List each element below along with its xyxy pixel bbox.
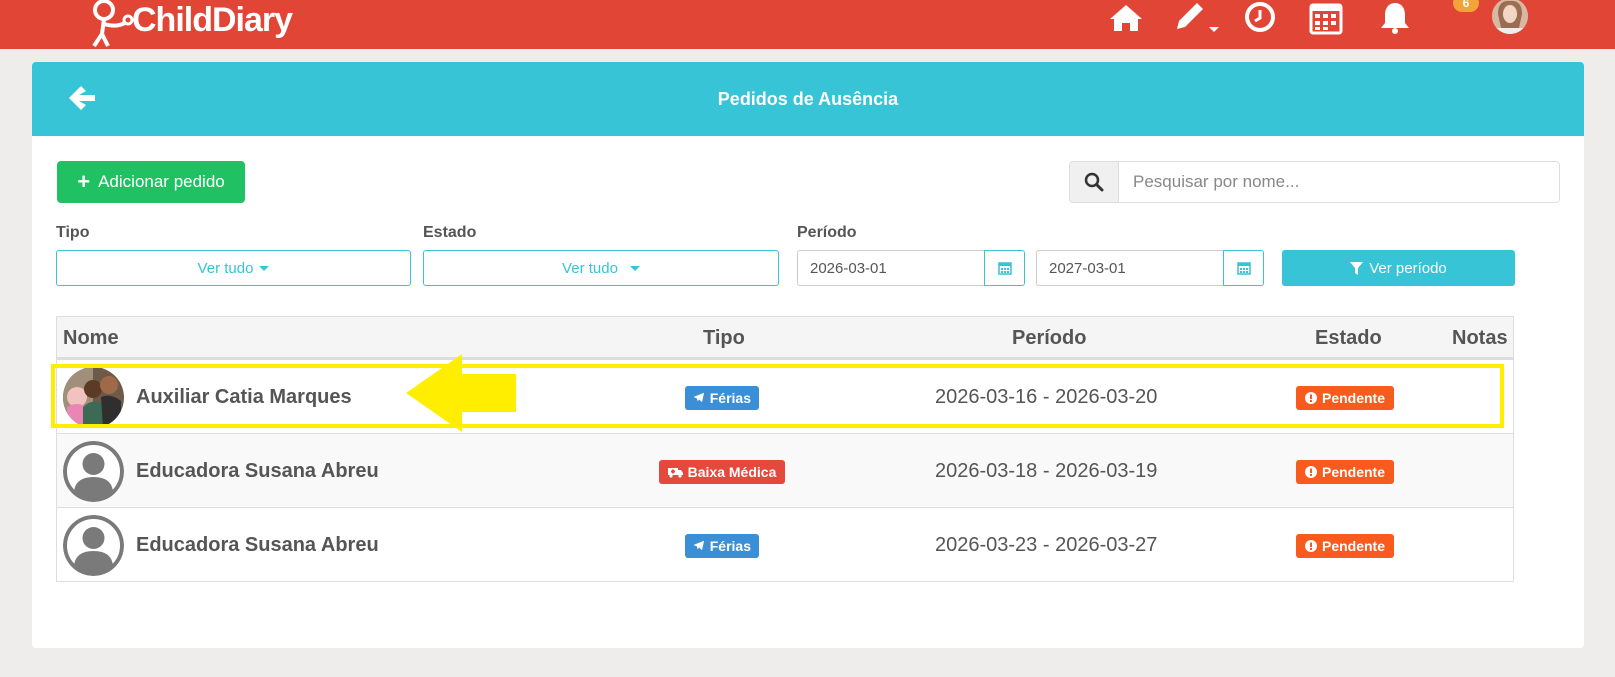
- yellow-arrow-annotation: [406, 354, 516, 432]
- plane-icon: [693, 540, 705, 551]
- search-input[interactable]: [1119, 162, 1559, 202]
- plus-icon: +: [77, 169, 91, 194]
- status-label: Pendente: [1321, 464, 1385, 480]
- table-row[interactable]: Educadora Susana Abreu Baixa Médica 2026…: [57, 433, 1513, 507]
- type-label: Baixa Médica: [687, 464, 777, 480]
- col-header-notas[interactable]: Notas: [1452, 317, 1508, 359]
- estado-filter-value: Ver tudo: [562, 259, 618, 277]
- col-header-estado[interactable]: Estado: [1315, 317, 1382, 359]
- tipo-filter-value: Ver tudo: [197, 259, 254, 277]
- row-highlight-box: [51, 364, 1504, 428]
- search-bar: [1069, 161, 1560, 203]
- notification-badge: 6: [1453, 0, 1479, 12]
- type-label: Férias: [709, 538, 751, 554]
- ambulance-icon: [667, 468, 683, 478]
- caret-down-icon: [259, 265, 270, 271]
- periodo-filter-label: Período: [797, 224, 857, 241]
- row-period: 2026-03-23 - 2026-03-27: [935, 534, 1158, 556]
- start-date-group: [797, 250, 1025, 286]
- end-date-input[interactable]: [1036, 250, 1223, 286]
- end-date-group: [1036, 250, 1264, 286]
- panel-header: Pedidos de Ausência: [32, 62, 1584, 136]
- exclamation-circle-icon: [1304, 466, 1317, 478]
- add-request-button[interactable]: + Adicionar pedido: [57, 161, 245, 203]
- caret-down-icon: [629, 265, 640, 271]
- col-header-tipo[interactable]: Tipo: [703, 317, 745, 359]
- estado-filter-label: Estado: [423, 224, 477, 241]
- type-badge-baixa-medica: Baixa Médica: [659, 460, 785, 484]
- filter-icon: [1350, 261, 1364, 275]
- name-cell: Educadora Susana Abreu: [63, 515, 379, 576]
- user-avatar[interactable]: [1492, 0, 1528, 34]
- calendar-icon[interactable]: [1306, 0, 1346, 36]
- exclamation-circle-icon: [1304, 540, 1317, 552]
- col-header-nome[interactable]: Nome: [63, 317, 119, 359]
- tipo-filter-select[interactable]: Ver tudo: [56, 250, 411, 286]
- calendar-icon[interactable]: [1223, 250, 1264, 286]
- table-header: Nome Tipo Período Estado Notas: [57, 317, 1513, 359]
- search-icon[interactable]: [1070, 162, 1119, 202]
- status-badge: Pendente: [1296, 460, 1394, 484]
- clock-icon[interactable]: [1240, 0, 1280, 36]
- view-period-label: Ver período: [1369, 259, 1447, 277]
- table-row[interactable]: Educadora Susana Abreu Férias 2026-03-23…: [57, 507, 1513, 581]
- default-avatar-icon: [63, 441, 124, 502]
- estado-filter-select[interactable]: Ver tudo: [423, 250, 779, 286]
- type-badge-ferias: Férias: [685, 534, 759, 558]
- row-period: 2026-03-18 - 2026-03-19: [935, 460, 1158, 482]
- col-header-periodo[interactable]: Período: [1012, 317, 1086, 359]
- bell-icon[interactable]: [1375, 0, 1415, 36]
- status-badge: Pendente: [1296, 534, 1394, 558]
- row-name: Educadora Susana Abreu: [136, 460, 379, 482]
- top-navbar: ChildDiary 6: [0, 0, 1615, 49]
- pencil-dropdown-icon[interactable]: [1172, 0, 1226, 36]
- absence-requests-table: Nome Tipo Período Estado Notas Auxiliar …: [56, 316, 1514, 582]
- home-icon[interactable]: [1106, 0, 1146, 36]
- page-title: Pedidos de Ausência: [717, 89, 899, 109]
- start-date-input[interactable]: [797, 250, 984, 286]
- name-cell: Educadora Susana Abreu: [63, 441, 379, 502]
- add-request-label: Adicionar pedido: [98, 172, 225, 191]
- row-name: Educadora Susana Abreu: [136, 534, 379, 556]
- status-label: Pendente: [1321, 538, 1385, 554]
- default-avatar-icon: [63, 515, 124, 576]
- absence-requests-panel: Pedidos de Ausência + Adicionar pedido T…: [32, 62, 1584, 648]
- view-period-button[interactable]: Ver período: [1282, 250, 1515, 286]
- calendar-icon[interactable]: [984, 250, 1025, 286]
- tipo-filter-label: Tipo: [56, 224, 90, 241]
